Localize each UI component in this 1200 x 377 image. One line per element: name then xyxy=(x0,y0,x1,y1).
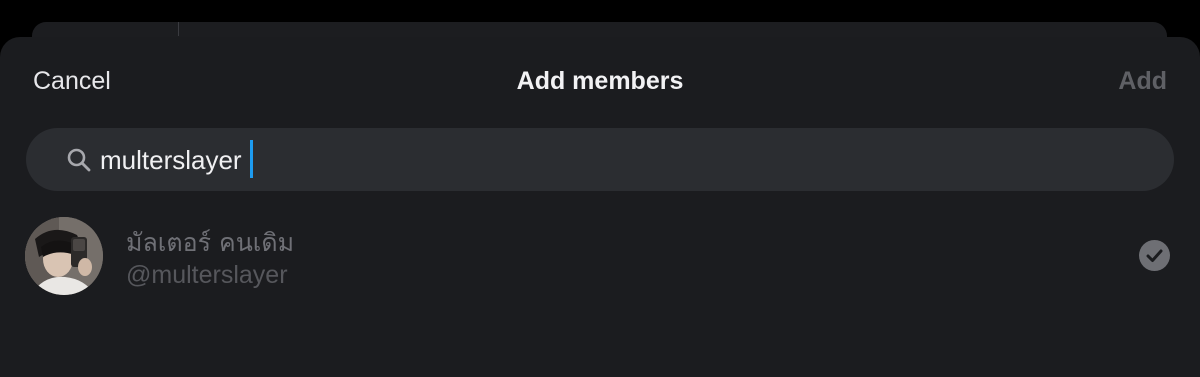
check-circle-icon[interactable] xyxy=(1139,240,1170,271)
result-display-name: มัลเตอร์ คนเดิม xyxy=(126,228,295,257)
text-cursor xyxy=(250,140,253,178)
avatar xyxy=(25,217,103,295)
sheet-header: Cancel Add members Add xyxy=(0,37,1200,127)
add-button[interactable]: Add xyxy=(1118,67,1167,96)
add-members-sheet: Cancel Add members Add มัลเตอร์ คนเ xyxy=(0,37,1200,377)
search-icon xyxy=(67,148,91,172)
search-input[interactable] xyxy=(100,142,1140,178)
search-bar[interactable] xyxy=(26,128,1174,191)
list-item[interactable]: มัลเตอร์ คนเดิม @multerslayer xyxy=(0,205,1200,305)
result-handle: @multerslayer xyxy=(126,261,288,289)
page-title: Add members xyxy=(516,67,684,95)
underlying-divider xyxy=(178,22,179,36)
